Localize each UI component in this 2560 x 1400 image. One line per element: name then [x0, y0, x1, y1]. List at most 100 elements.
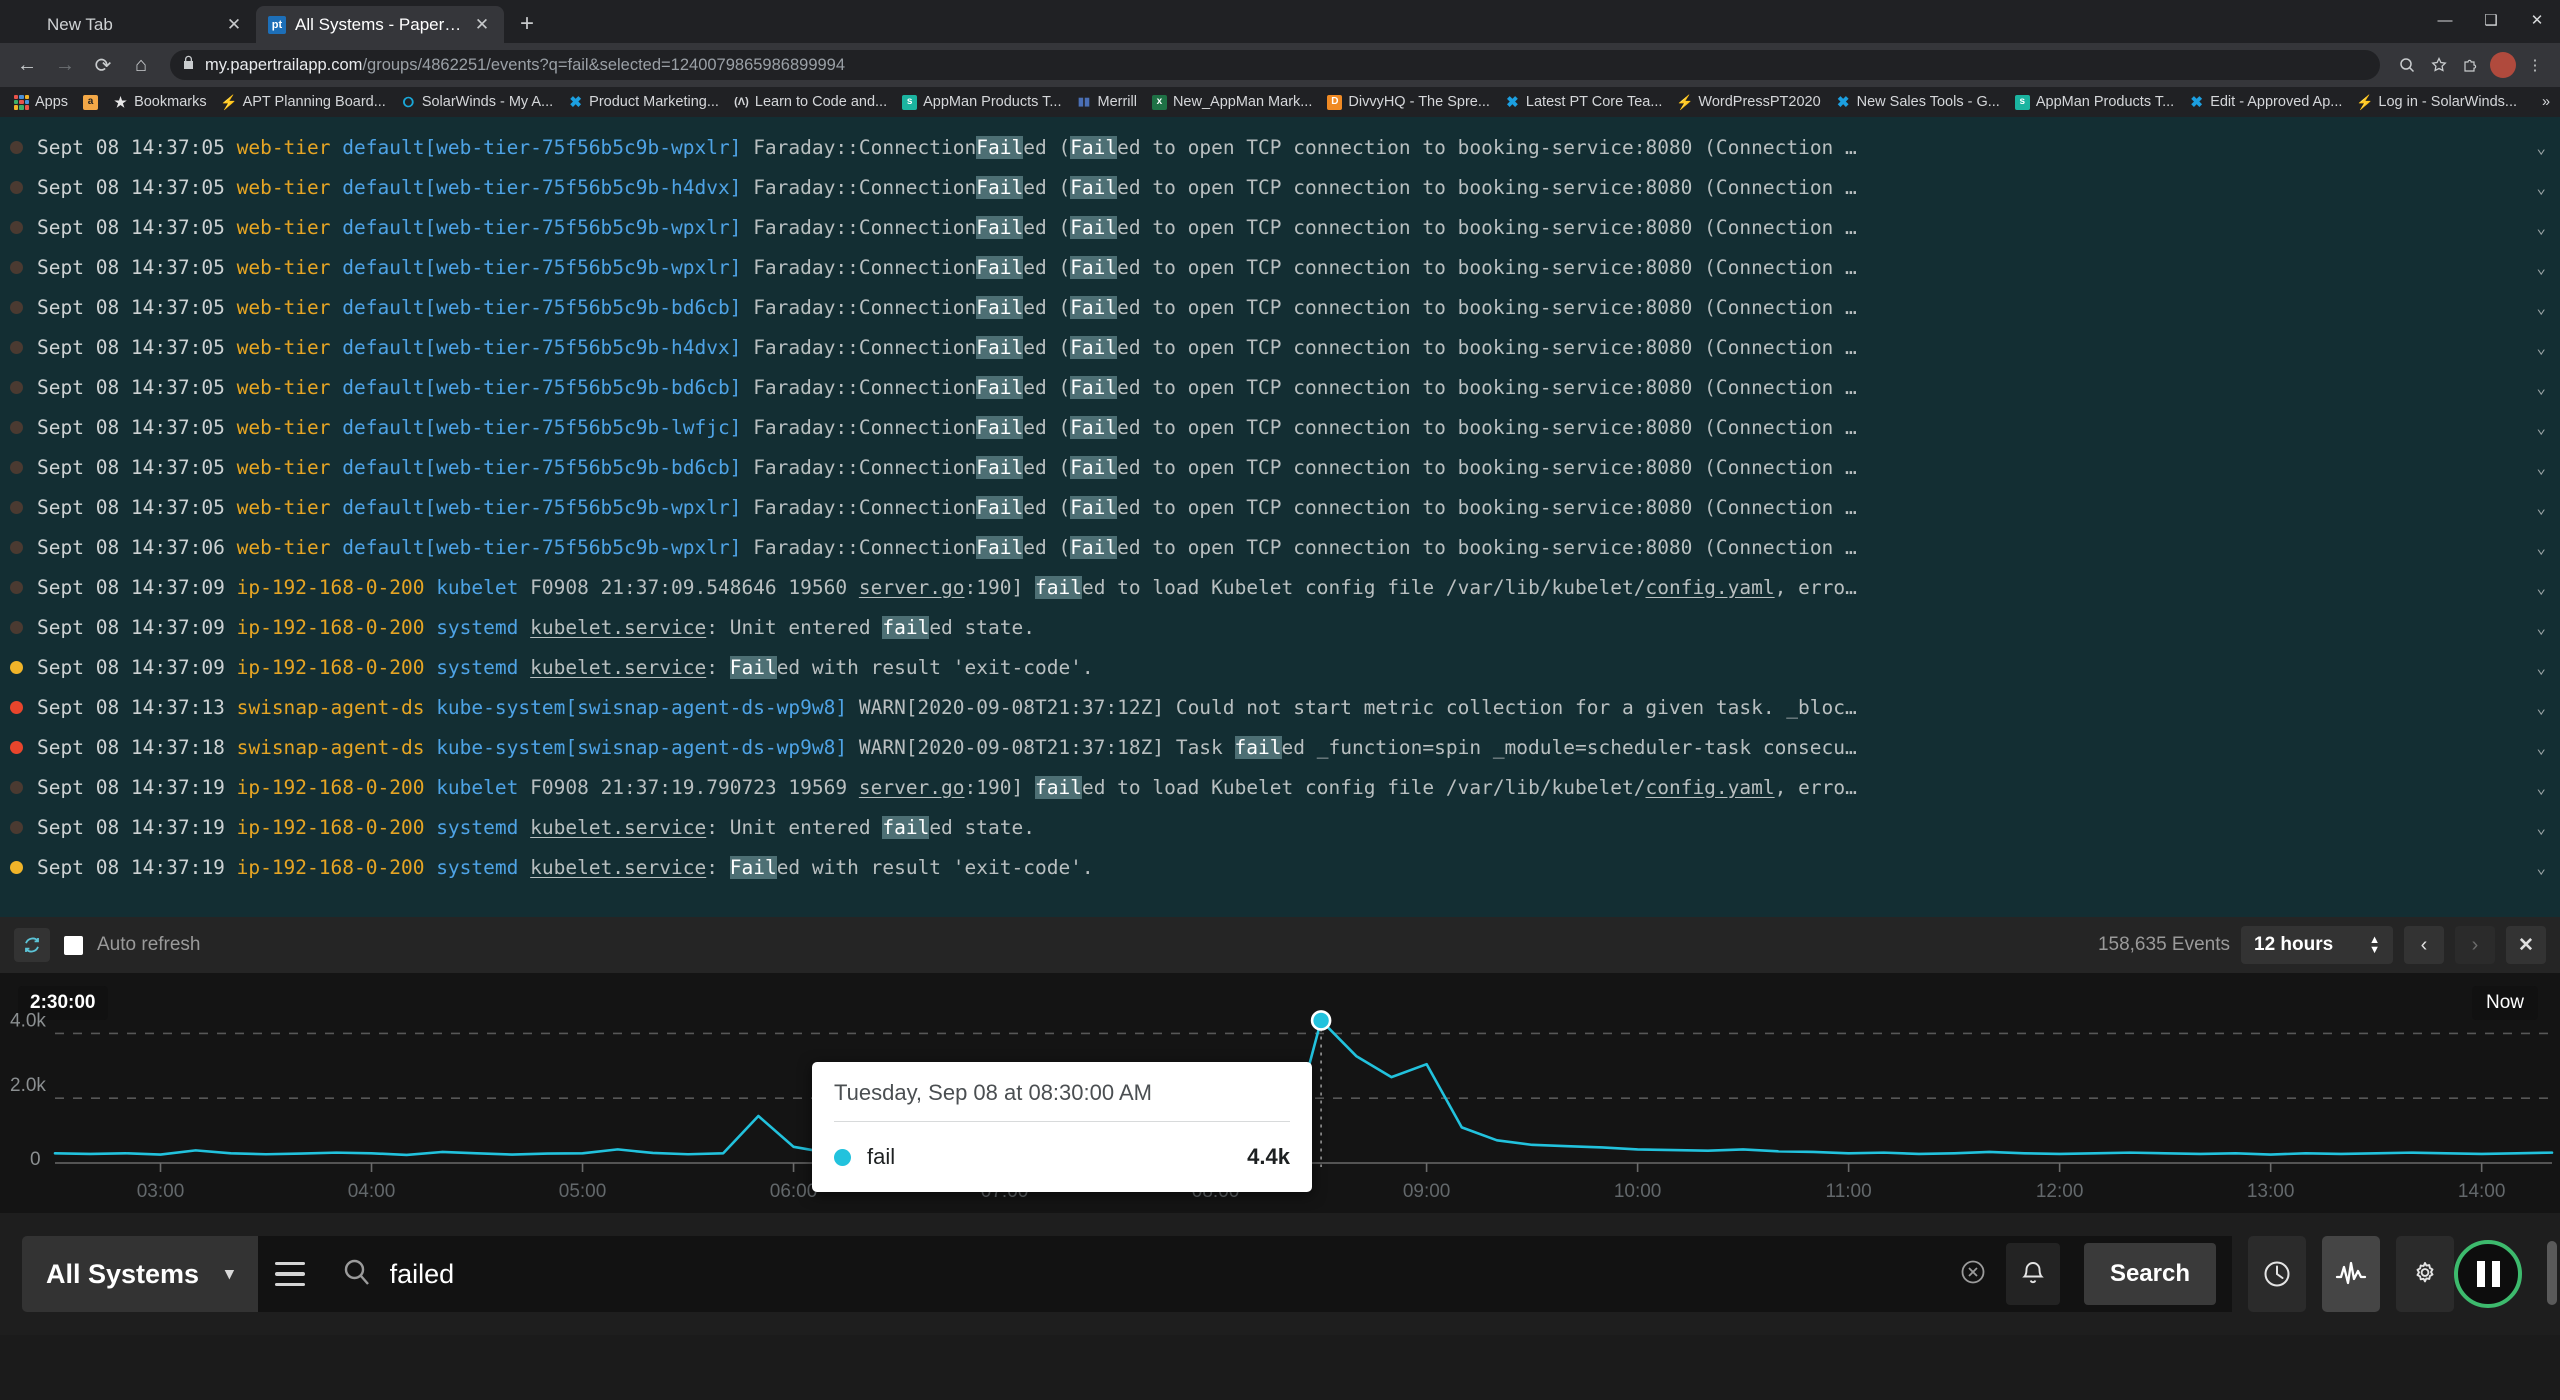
bookmark-appman-products-2[interactable]: s AppMan Products T...	[2009, 92, 2180, 112]
browser-tab-papertrail[interactable]: pt All Systems - Papertrail ✕	[256, 6, 504, 43]
log-event-row[interactable]: Sept 08 14:37:05 web-tier default[web-ti…	[0, 167, 2560, 207]
log-event-row[interactable]: Sept 08 14:37:05 web-tier default[web-ti…	[0, 207, 2560, 247]
chevron-down-icon[interactable]: ⌄	[2524, 258, 2546, 277]
bookmark-log-in-solarwinds[interactable]: ⚡ Log in - SolarWinds...	[2351, 92, 2523, 112]
chevron-down-icon[interactable]: ⌄	[2524, 178, 2546, 197]
bookmark-divvyhq[interactable]: D DivvyHQ - The Spre...	[1321, 92, 1496, 112]
log-event-row[interactable]: Sept 08 14:37:05 web-tier default[web-ti…	[0, 447, 2560, 487]
chevron-down-icon[interactable]: ⌄	[2524, 298, 2546, 317]
home-button[interactable]: ⌂	[124, 48, 158, 82]
bookmark-apps[interactable]: Apps	[8, 92, 74, 112]
bookmark-new-sales-tools[interactable]: ✖ New Sales Tools - G...	[1830, 92, 2006, 112]
bookmark-apt-planning[interactable]: ⚡ APT Planning Board...	[216, 92, 392, 112]
chevron-down-icon[interactable]: ⌄	[2524, 218, 2546, 237]
window-minimize-button[interactable]: —	[2422, 0, 2468, 40]
chevron-down-icon[interactable]: ⌄	[2524, 778, 2546, 797]
tab-close-icon[interactable]: ✕	[224, 15, 244, 35]
clear-icon[interactable]	[1958, 1257, 1988, 1292]
bookmark-solarwinds-my-a[interactable]: ⭘ SolarWinds - My A...	[395, 92, 559, 112]
bookmark-latest-pt-core[interactable]: ✖ Latest PT Core Tea...	[1499, 92, 1668, 112]
forward-button[interactable]: →	[48, 48, 82, 82]
scrollbar-thumb[interactable]	[2547, 1241, 2557, 1305]
bookmark-bookmarks[interactable]: ★ Bookmarks	[107, 92, 213, 112]
system-selector[interactable]: All Systems ▾	[22, 1236, 258, 1312]
bookmark-product-marketing[interactable]: ✖ Product Marketing...	[562, 92, 725, 112]
zoom-icon[interactable]	[2392, 50, 2422, 80]
window-maximize-button[interactable]: ❑	[2468, 0, 2514, 40]
chevron-down-icon[interactable]: ⌄	[2524, 338, 2546, 357]
chevron-down-icon[interactable]: ⌄	[2524, 618, 2546, 637]
log-event-row[interactable]: Sept 08 14:37:05 web-tier default[web-ti…	[0, 287, 2560, 327]
search-button[interactable]: Search	[2083, 1243, 2216, 1305]
bookmark-appman-products-1[interactable]: s AppMan Products T...	[896, 92, 1067, 112]
log-event-row[interactable]: Sept 08 14:37:19 ip-192-168-0-200 system…	[0, 807, 2560, 847]
chevron-down-icon[interactable]: ⌄	[2524, 658, 2546, 677]
search-input[interactable]: failed	[390, 1259, 1940, 1290]
settings-button[interactable]	[2396, 1236, 2454, 1312]
chevron-down-icon[interactable]: ⌄	[2524, 378, 2546, 397]
reload-button[interactable]: ⟳	[86, 48, 120, 82]
toggle-graph-button[interactable]	[2322, 1236, 2380, 1312]
bookmark-wordpresspt2020[interactable]: ⚡ WordPressPT2020	[1671, 92, 1826, 112]
puzzle-icon[interactable]	[2456, 50, 2486, 80]
window-close-button[interactable]: ✕	[2514, 0, 2560, 40]
log-event-row[interactable]: Sept 08 14:37:06 web-tier default[web-ti…	[0, 527, 2560, 567]
bookmark-new-appman-mark[interactable]: x New_AppMan Mark...	[1146, 92, 1318, 112]
log-event-row[interactable]: Sept 08 14:37:05 web-tier default[web-ti…	[0, 367, 2560, 407]
chevron-down-icon[interactable]: ⌄	[2524, 738, 2546, 757]
log-search-highlight: fail	[882, 815, 930, 839]
log-event-row[interactable]: Sept 08 14:37:18 swisnap-agent-ds kube-s…	[0, 727, 2560, 767]
log-event-row[interactable]: Sept 08 14:37:19 ip-192-168-0-200 kubele…	[0, 767, 2560, 807]
chevron-down-icon[interactable]: ⌄	[2524, 138, 2546, 157]
pause-icon	[2491, 1261, 2500, 1287]
refresh-icon[interactable]	[14, 928, 50, 962]
svg-text:0: 0	[30, 1149, 41, 1170]
search-input-wrapper[interactable]: failed Search	[321, 1236, 2232, 1312]
alert-bell-button[interactable]	[2005, 1243, 2060, 1305]
bookmark-amazon[interactable]: a	[77, 93, 104, 112]
log-event-row[interactable]: Sept 08 14:37:13 swisnap-agent-ds kube-s…	[0, 687, 2560, 727]
log-event-row[interactable]: Sept 08 14:37:05 web-tier default[web-ti…	[0, 407, 2560, 447]
time-range-select[interactable]: 12 hours ▲ ▼	[2241, 926, 2393, 964]
log-event-row[interactable]: Sept 08 14:37:09 ip-192-168-0-200 kubele…	[0, 567, 2560, 607]
chevron-down-icon[interactable]: ⌄	[2524, 418, 2546, 437]
new-tab-button[interactable]: +	[510, 7, 544, 41]
bookmark-merrill[interactable]: ▮▮ Merrill	[1070, 92, 1142, 112]
log-event-row[interactable]: Sept 08 14:37:05 web-tier default[web-ti…	[0, 247, 2560, 287]
address-bar[interactable]: my.papertrailapp.com/groups/4862251/even…	[170, 50, 2380, 80]
log-message: :	[706, 655, 730, 679]
log-event-row[interactable]: Sept 08 14:37:09 ip-192-168-0-200 system…	[0, 607, 2560, 647]
avatar[interactable]	[2488, 50, 2518, 80]
bookmarks-overflow-button[interactable]: »	[2536, 92, 2556, 112]
bookmark-learn-to-code[interactable]: (Λ) Learn to Code and...	[728, 92, 893, 112]
time-range-value: 12 hours	[2254, 934, 2334, 955]
back-button[interactable]: ←	[10, 48, 44, 82]
saved-searches-menu-button[interactable]	[257, 1236, 322, 1312]
log-event-row[interactable]: Sept 08 14:37:05 web-tier default[web-ti…	[0, 127, 2560, 167]
chevron-down-icon[interactable]: ⌄	[2524, 818, 2546, 837]
close-button[interactable]: ✕	[2506, 926, 2546, 964]
log-event-row[interactable]: Sept 08 14:37:05 web-tier default[web-ti…	[0, 487, 2560, 527]
log-event-row[interactable]: Sept 08 14:37:09 ip-192-168-0-200 system…	[0, 647, 2560, 687]
log-event-list[interactable]: Sept 08 14:37:05 web-tier default[web-ti…	[0, 117, 2560, 917]
search-history-button[interactable]	[2248, 1236, 2306, 1312]
bookmark-edit-approved-ap[interactable]: ✖ Edit - Approved Ap...	[2183, 92, 2348, 112]
chevron-down-icon[interactable]: ⌄	[2524, 458, 2546, 477]
browser-menu-button[interactable]: ⋮	[2520, 50, 2550, 80]
star-icon[interactable]	[2424, 50, 2454, 80]
tab-title: All Systems - Papertrail	[295, 14, 463, 34]
chevron-down-icon[interactable]: ⌄	[2524, 858, 2546, 877]
chevron-down-icon[interactable]: ⌄	[2524, 698, 2546, 717]
auto-refresh-checkbox[interactable]	[64, 935, 83, 955]
chevron-down-icon[interactable]: ⌄	[2524, 498, 2546, 517]
bookmark-label: Apps	[35, 94, 69, 110]
log-event-row[interactable]: Sept 08 14:37:19 ip-192-168-0-200 system…	[0, 847, 2560, 887]
previous-page-button[interactable]: ‹	[2404, 926, 2444, 964]
next-page-button[interactable]: ›	[2455, 926, 2495, 964]
chevron-down-icon[interactable]: ⌄	[2524, 538, 2546, 557]
browser-tab-new-tab[interactable]: New Tab ✕	[8, 6, 256, 43]
pause-button[interactable]	[2454, 1240, 2522, 1308]
log-event-row[interactable]: Sept 08 14:37:05 web-tier default[web-ti…	[0, 327, 2560, 367]
tab-close-icon[interactable]: ✕	[472, 15, 492, 35]
chevron-down-icon[interactable]: ⌄	[2524, 578, 2546, 597]
